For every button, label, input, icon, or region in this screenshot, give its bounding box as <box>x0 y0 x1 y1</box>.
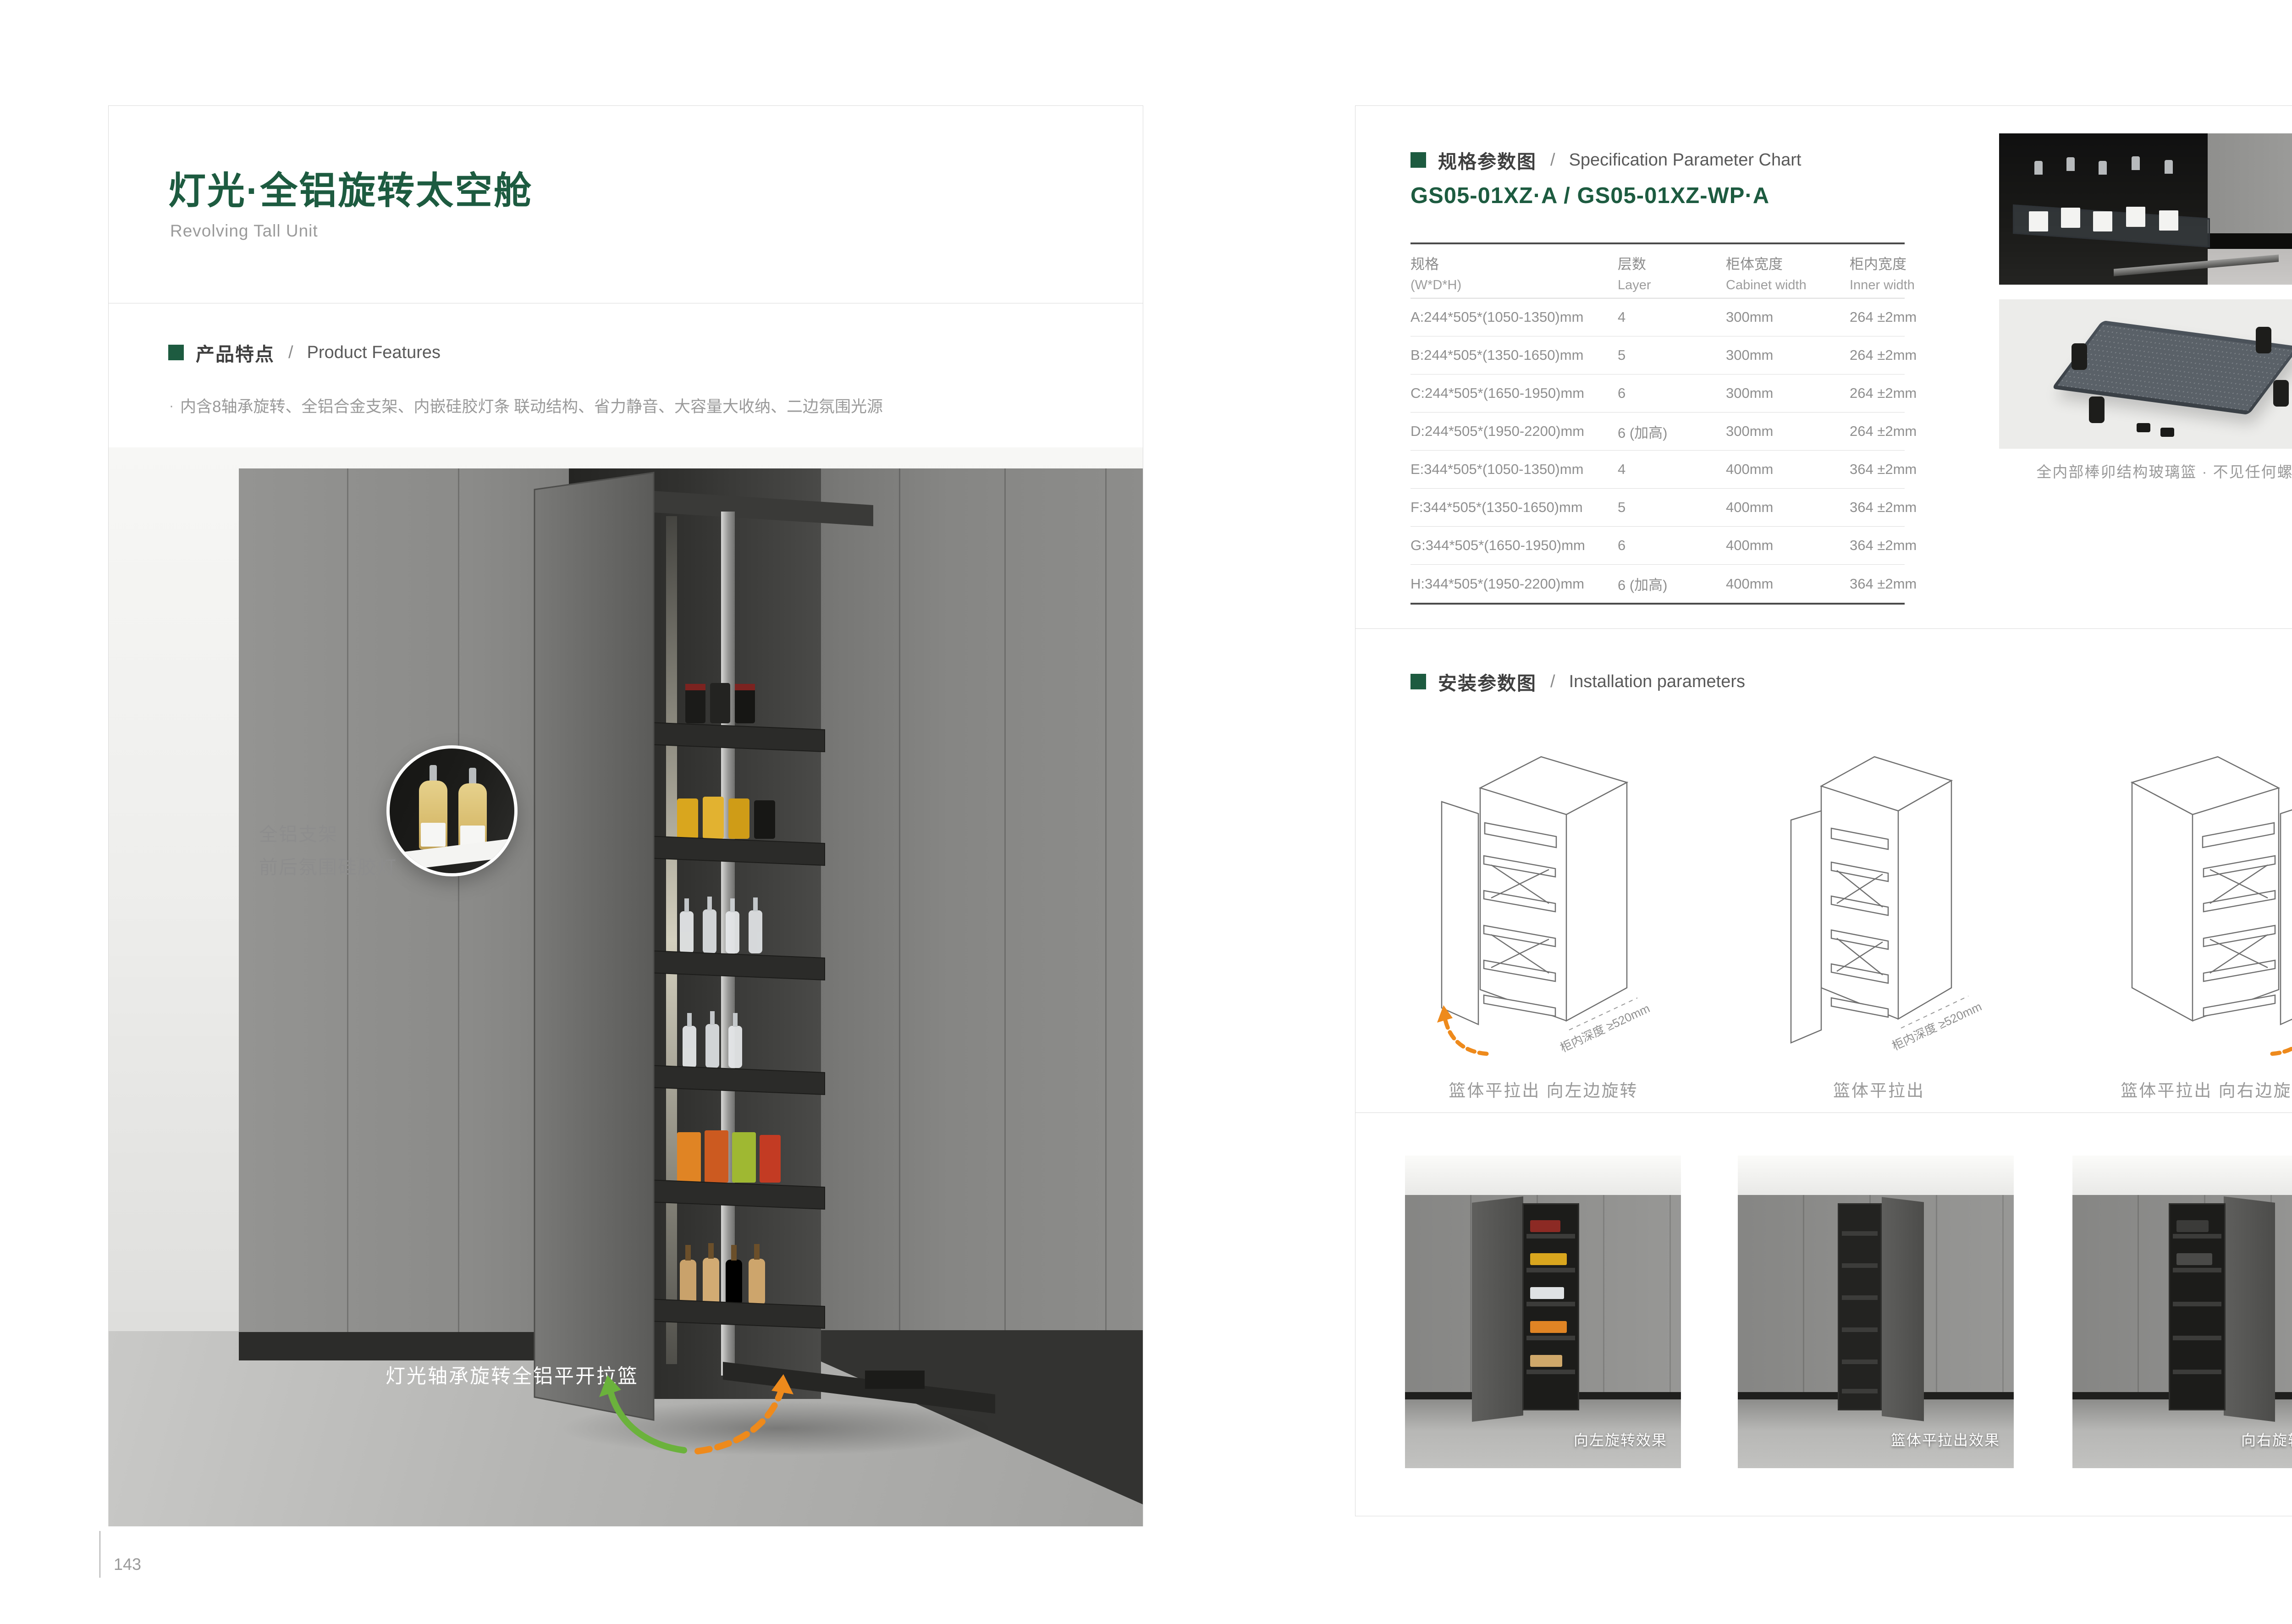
side-label-line2: 前后氛围硅胶灯 <box>259 851 397 884</box>
left-page: 灯光·全铝旋转太空舱 Revolving Tall Unit 产品特点 / Pr… <box>108 105 1143 1526</box>
diagram-caption: 篮体平拉出 向右边旋转 <box>2073 1077 2292 1101</box>
spec-table-row: D:244*505*(1950-2200)mm6 (加高)300mm264 ±2… <box>1410 413 1905 451</box>
hero-side-annotation: 全铝支架 前后氛围硅胶灯 <box>259 818 397 884</box>
inset-bottle <box>458 768 487 852</box>
spec-heading-zh: 规格参数图 <box>1438 146 1537 174</box>
page-margin-line <box>99 1531 100 1578</box>
features-heading-sep: / <box>288 343 293 363</box>
spec-table-row: E:344*505*(1050-1350)mm4400mm364 ±2mm <box>1410 451 1905 489</box>
bullet-marker: · <box>169 398 174 414</box>
spec-section-header: 规格参数图 / Specification Parameter Chart <box>1410 146 1801 174</box>
spec-heading-sep: / <box>1550 150 1555 170</box>
diagram-caption: 篮体平拉出 <box>1737 1077 2021 1101</box>
page-title: 灯光·全铝旋转太空舱 <box>168 160 533 215</box>
divider <box>1355 628 2292 629</box>
gallery-caption: 向右旋转效果 <box>2241 1429 2292 1450</box>
spec-heading-en: Specification Parameter Chart <box>1569 150 1802 170</box>
green-square-icon <box>168 345 184 360</box>
spec-table-row: A:244*505*(1050-1350)mm4300mm264 ±2mm <box>1410 298 1905 336</box>
page-subtitle: Revolving Tall Unit <box>170 221 318 241</box>
gallery-caption: 篮体平拉出效果 <box>1891 1429 2000 1450</box>
spec-table-row: F:344*505*(1350-1650)mm5400mm364 ±2mm <box>1410 489 1905 527</box>
gallery-photo-rotate-left: 向左旋转效果 <box>1405 1156 1681 1468</box>
install-diagram-rotate-left: 柜内深度 ≥520mm <box>1401 728 1686 1077</box>
spec-table-row: B:244*505*(1350-1650)mm5300mm264 ±2mm <box>1410 336 1905 374</box>
feature-bullets: ·内含8轴承旋转、全铝合金支架、内嵌硅胶灯条 ·联动结构、省力静音、大容量大收纳… <box>169 394 510 417</box>
model-number: GS05-01XZ·A / GS05-01XZ-WP·A <box>1410 183 1769 209</box>
install-diagram-rotate-right <box>2073 728 2292 1077</box>
install-heading-en: Installation parameters <box>1569 672 1745 692</box>
orange-arc-arrow <box>698 1387 782 1451</box>
detail-inset-circle <box>386 745 518 876</box>
gallery-photo-straight: 篮体平拉出效果 <box>1738 1156 2014 1468</box>
rotation-arrows <box>581 1373 810 1456</box>
col-header-size: 规格(W*D*H) <box>1410 253 1618 293</box>
install-diagram-straight: 柜内深度 ≥520mm <box>1737 728 2021 1077</box>
spec-table-header-row: 规格(W*D*H) 层数Layer 柜体宽度Cabinet width 柜内宽度… <box>1410 244 1905 298</box>
col-header-inner-width: 柜内宽度Inner width <box>1850 253 1905 293</box>
spec-photo-caption: 全内部棒卯结构玻璃篮 · 不见任何螺丝 <box>1999 460 2292 482</box>
features-heading-en: Product Features <box>307 343 441 363</box>
col-header-layer: 层数Layer <box>1618 253 1726 293</box>
install-heading-sep: / <box>1550 672 1555 692</box>
page-number-left: 143 <box>114 1555 141 1574</box>
hero-photo: 全铝支架 前后氛围硅胶灯 灯光轴承旋转全铝平开拉篮 <box>109 447 1143 1526</box>
spec-table-row: G:344*505*(1650-1950)mm6400mm364 ±2mm <box>1410 527 1905 565</box>
green-arc-arrow <box>609 1386 684 1450</box>
spec-photo-bottles <box>1999 133 2292 285</box>
install-section-header: 安装参数图 / Installation parameters <box>1410 668 1745 695</box>
side-label-line1: 全铝支架 <box>259 818 397 851</box>
feature-bullet: · 联动结构、省力静音、大容量大收纳、二边氛围光源 <box>503 394 883 417</box>
feature-bullet: ·内含8轴承旋转、全铝合金支架、内嵌硅胶灯条 <box>169 398 510 416</box>
catalog-spread: { "colors":{"green":"#1d5b40","orange":"… <box>0 0 2292 1624</box>
green-square-icon <box>1410 152 1426 168</box>
inset-bottle <box>419 765 447 849</box>
feature-bullet-text: 内含8轴承旋转、全铝合金支架、内嵌硅胶灯条 <box>180 398 510 416</box>
features-section-header: 产品特点 / Product Features <box>168 339 441 366</box>
spec-table: 规格(W*D*H) 层数Layer 柜体宽度Cabinet width 柜内宽度… <box>1410 242 1905 605</box>
right-page: 规格参数图 / Specification Parameter Chart GS… <box>1355 105 2292 1516</box>
gallery-caption: 向左旋转效果 <box>1574 1429 1667 1450</box>
divider <box>1355 1112 2292 1113</box>
gallery-photo-rotate-right: 向右旋转效果 <box>2072 1156 2292 1468</box>
diagram-caption: 篮体平拉出 向左边旋转 <box>1401 1077 1686 1101</box>
spec-photo-glass-basket <box>1999 299 2292 449</box>
spec-table-row: C:244*505*(1650-1950)mm6300mm264 ±2mm <box>1410 374 1905 413</box>
features-heading-zh: 产品特点 <box>196 339 275 366</box>
orange-arrowhead-icon <box>771 1374 793 1394</box>
green-square-icon <box>1410 674 1426 689</box>
col-header-cabinet-width: 柜体宽度Cabinet width <box>1726 253 1850 293</box>
spec-table-row: H:344*505*(1950-2200)mm6 (加高)400mm364 ±2… <box>1410 565 1905 603</box>
bullet-marker: · <box>503 398 507 414</box>
feature-bullet-text: 联动结构、省力静音、大容量大收纳、二边氛围光源 <box>514 398 883 416</box>
install-heading-zh: 安装参数图 <box>1438 668 1537 695</box>
